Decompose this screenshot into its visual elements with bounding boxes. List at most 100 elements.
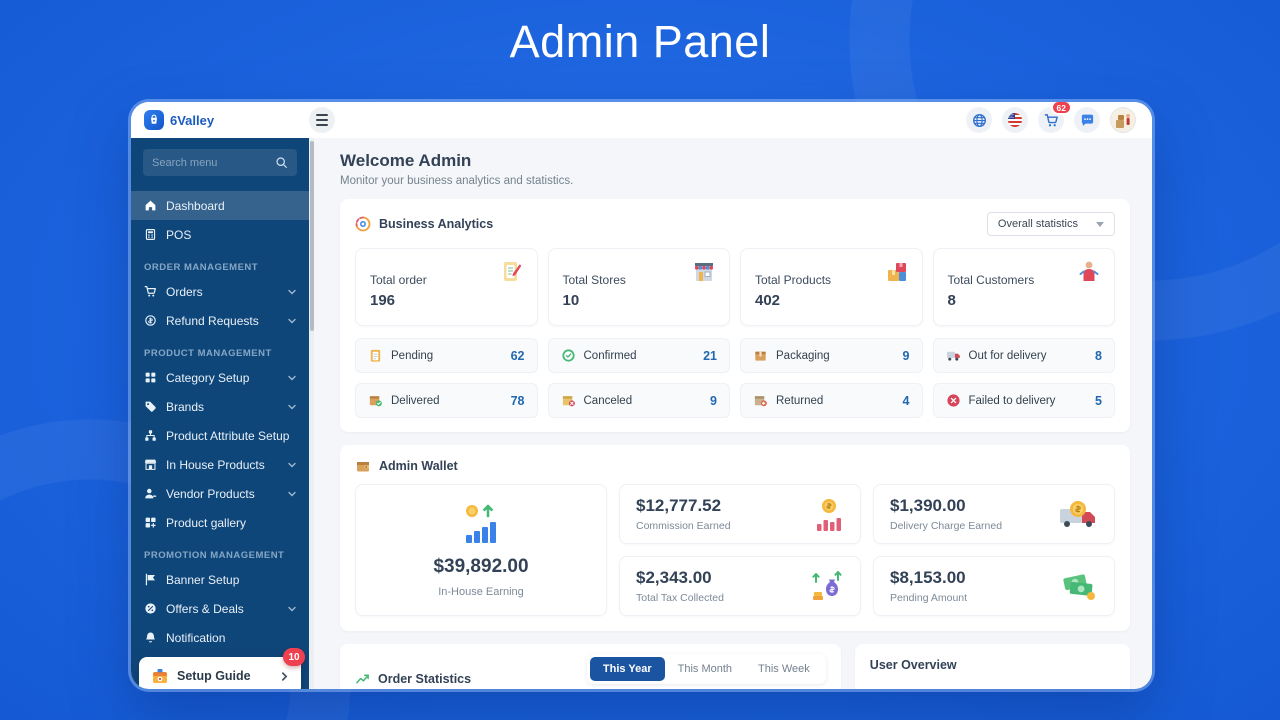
chevron-down-icon [288, 403, 296, 411]
user-avatar[interactable] [1110, 107, 1136, 133]
statistics-filter-select[interactable]: Overall statistics [987, 212, 1115, 236]
wallet-commission-earned-card[interactable]: $12,777.52 Commission Earned [619, 484, 861, 544]
country-flag-button[interactable] [1002, 107, 1028, 133]
cart-icon [144, 285, 157, 298]
business-analytics-card: Business Analytics Overall statistics To… [340, 199, 1130, 432]
search-input[interactable] [152, 157, 275, 169]
sidebar: Dashboard POS ORDER MANAGEMENT Orders Re… [131, 138, 309, 689]
messages-button[interactable] [1074, 107, 1100, 133]
stat-card-total-products[interactable]: Total Products 402 [740, 248, 923, 326]
order-statistics-card: Order Statistics This Year This Month Th… [340, 644, 841, 689]
failed-icon [946, 393, 961, 408]
status-tile-confirmed[interactable]: Confirmed 21 [548, 338, 731, 373]
sidebar-item-notification[interactable]: Notification [131, 623, 309, 652]
status-tile-returned[interactable]: Returned 4 [740, 383, 923, 418]
wallet-icon [355, 458, 371, 474]
stat-card-total-order[interactable]: Total order 196 [355, 248, 538, 326]
status-tile-delivered[interactable]: Delivered 78 [355, 383, 538, 418]
welcome-subtitle: Monitor your business analytics and stat… [340, 175, 1130, 187]
delivered-icon [368, 393, 383, 408]
us-flag-icon [1007, 112, 1023, 128]
commission-earned-icon [810, 496, 844, 532]
tab-this-month[interactable]: This Month [665, 657, 745, 681]
pos-icon [144, 228, 157, 241]
chevron-down-icon [288, 317, 296, 325]
pending-icon [368, 348, 383, 363]
status-tile-failed-to-delivery[interactable]: Failed to delivery 5 [933, 383, 1116, 418]
store-building-icon [691, 259, 717, 290]
sidebar-toggle-button[interactable] [309, 107, 335, 133]
sidebar-item-dashboard[interactable]: Dashboard [131, 191, 309, 220]
order-statistics-icon [355, 671, 370, 686]
top-bar: 6Valley 62 [131, 102, 1152, 138]
brand-name: 6Valley [170, 113, 214, 128]
returned-icon [753, 393, 768, 408]
order-clipboard-icon [499, 259, 525, 290]
brand-logo-icon [144, 110, 164, 130]
status-tile-canceled[interactable]: Canceled 9 [548, 383, 731, 418]
stat-card-total-stores[interactable]: Total Stores 10 [548, 248, 731, 326]
language-globe-button[interactable] [966, 107, 992, 133]
sidebar-item-brands[interactable]: Brands [131, 392, 309, 421]
tab-this-year[interactable]: This Year [590, 657, 665, 681]
business-analytics-title: Business Analytics [379, 217, 493, 231]
setup-guide-label: Setup Guide [177, 669, 272, 683]
home-icon [144, 199, 157, 212]
sidebar-item-vendor-products[interactable]: Vendor Products [131, 479, 309, 508]
status-tile-out-for-delivery[interactable]: Out for delivery 8 [933, 338, 1116, 373]
canceled-icon [561, 393, 576, 408]
brand-logo[interactable]: 6Valley [131, 110, 309, 130]
inhouse-earning-icon [455, 502, 507, 548]
sidebar-search[interactable] [143, 149, 297, 176]
wallet-total-tax-card[interactable]: $2,343.00 Total Tax Collected [619, 556, 861, 616]
sidebar-item-offers-deals[interactable]: Offers & Deals [131, 594, 309, 623]
order-statistics-tabs: This Year This Month This Week [587, 654, 826, 684]
sidebar-item-in-house-products[interactable]: In House Products [131, 450, 309, 479]
gallery-icon [144, 516, 157, 529]
sidebar-item-refund-requests[interactable]: Refund Requests [131, 306, 309, 335]
page-title: Admin Panel [0, 16, 1280, 68]
grid-icon [144, 371, 157, 384]
refund-icon [144, 314, 157, 327]
offers-percent-icon [144, 602, 157, 615]
sidebar-item-category-setup[interactable]: Category Setup [131, 363, 309, 392]
status-tile-packaging[interactable]: Packaging 9 [740, 338, 923, 373]
sidebar-item-product-attribute-setup[interactable]: Product Attribute Setup [131, 421, 309, 450]
sidebar-item-orders[interactable]: Orders [131, 277, 309, 306]
delivery-truck-icon [946, 348, 961, 363]
order-statistics-title: Order Statistics [378, 672, 471, 686]
customer-person-icon [1076, 259, 1102, 290]
chevron-right-icon [280, 672, 289, 681]
stat-card-total-customers[interactable]: Total Customers 8 [933, 248, 1116, 326]
search-icon [275, 156, 288, 169]
admin-panel-window: 6Valley 62 [131, 102, 1152, 689]
sidebar-nav: Dashboard POS ORDER MANAGEMENT Orders Re… [131, 191, 309, 652]
packaging-icon [753, 348, 768, 363]
setup-guide-badge: 10 [283, 648, 305, 666]
sidebar-item-pos[interactable]: POS [131, 220, 309, 249]
confirmed-icon [561, 348, 576, 363]
main-content: Welcome Admin Monitor your business anal… [314, 138, 1152, 689]
sidebar-section-product-management: PRODUCT MANAGEMENT [131, 335, 309, 363]
wallet-pending-amount-card[interactable]: $8,153.00 Pending Amount [873, 556, 1115, 616]
sidebar-item-banner-setup[interactable]: Banner Setup [131, 565, 309, 594]
sidebar-item-product-gallery[interactable]: Product gallery [131, 508, 309, 537]
sidebar-scrollbar[interactable] [309, 138, 314, 689]
status-tile-pending[interactable]: Pending 62 [355, 338, 538, 373]
wallet-delivery-charge-card[interactable]: $1,390.00 Delivery Charge Earned [873, 484, 1115, 544]
banner-flag-icon [144, 573, 157, 586]
tab-this-week[interactable]: This Week [745, 657, 823, 681]
cart-badge: 62 [1051, 102, 1072, 115]
chevron-down-icon [288, 490, 296, 498]
setup-guide-button[interactable]: Setup Guide 10 [139, 657, 301, 689]
sidebar-section-order-management: ORDER MANAGEMENT [131, 249, 309, 277]
delivery-charge-icon [1058, 497, 1098, 531]
sidebar-section-promotion-management: PROMOTION MANAGEMENT [131, 537, 309, 565]
cart-notifications-button[interactable]: 62 [1038, 107, 1064, 133]
products-boxes-icon [884, 259, 910, 290]
analytics-icon [355, 216, 371, 232]
wallet-inhouse-earning-card[interactable]: $39,892.00 In-House Earning [355, 484, 607, 616]
chat-icon [1080, 113, 1095, 128]
pending-amount-icon [1060, 570, 1098, 602]
total-tax-icon [808, 568, 844, 604]
